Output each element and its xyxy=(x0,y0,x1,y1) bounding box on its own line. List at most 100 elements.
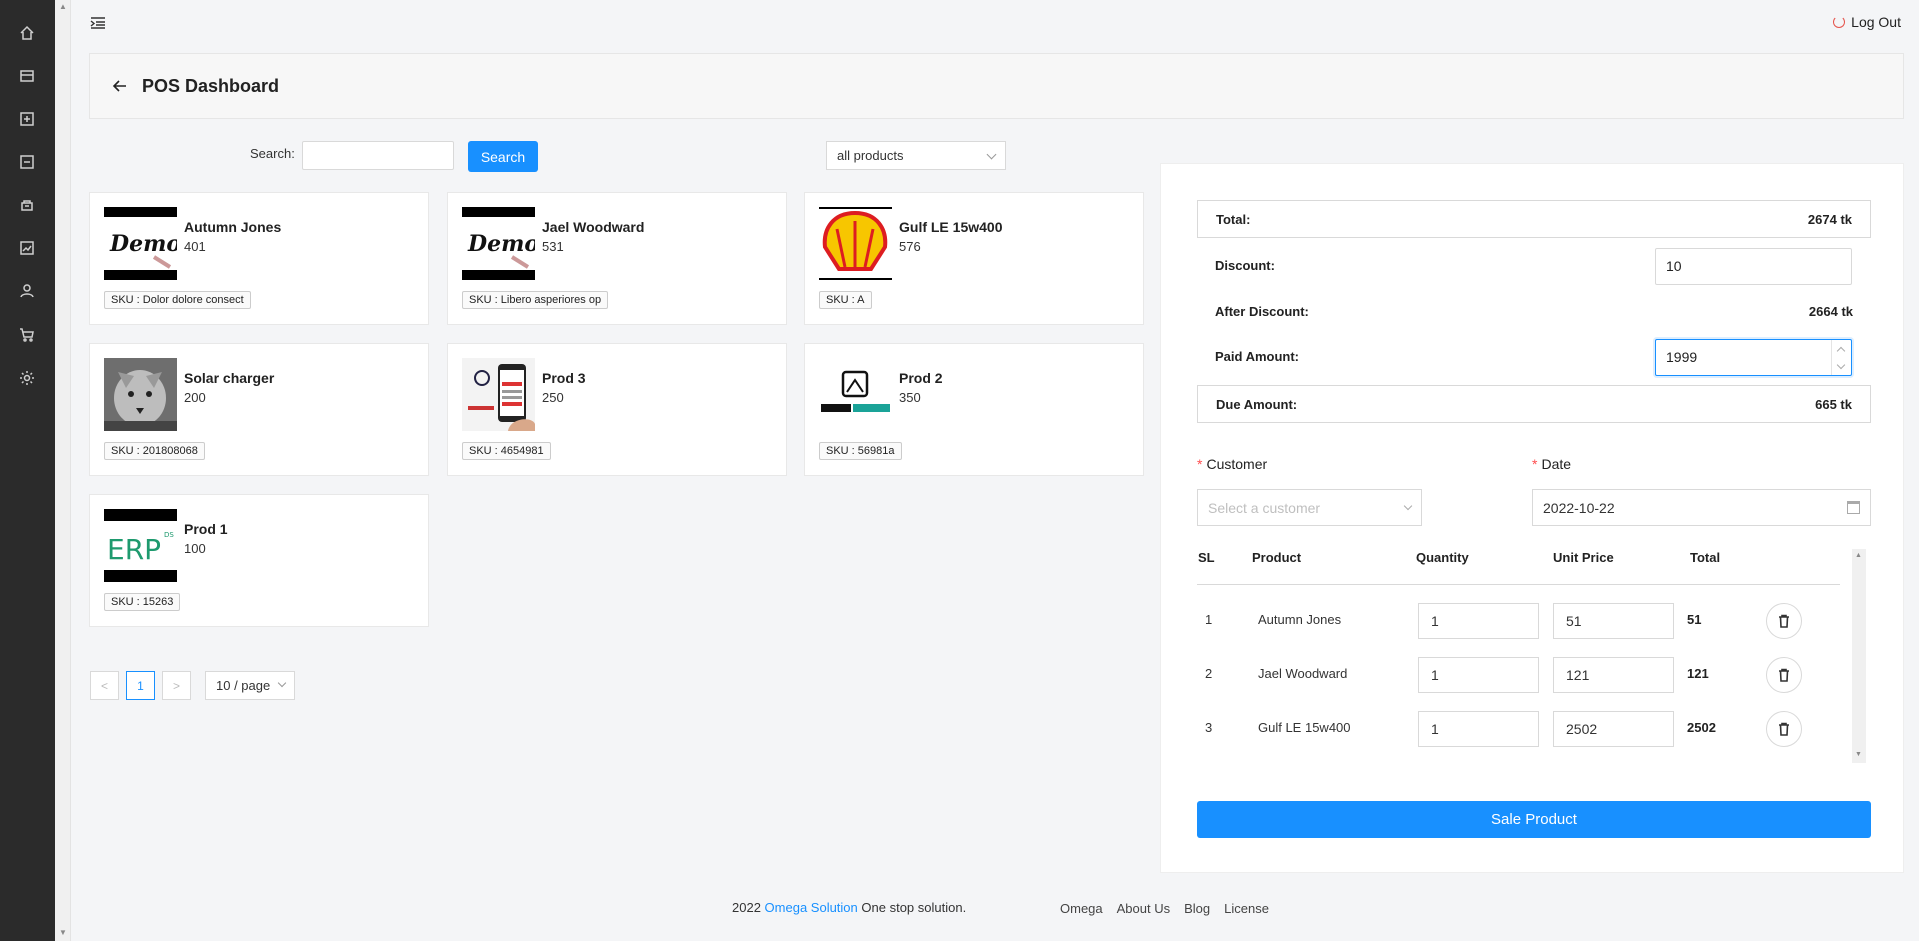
page-size-select[interactable]: 10 / page xyxy=(205,671,295,700)
product-thumbnail: Demo xyxy=(104,207,177,280)
product-sku: SKU : 56981a xyxy=(819,442,902,460)
product-name: Gulf LE 15w400 xyxy=(899,219,1003,235)
page-size-value: 10 / page xyxy=(216,678,271,693)
product-name: Prod 3 xyxy=(542,370,586,386)
product-price: 531 xyxy=(542,239,564,254)
product-price: 401 xyxy=(184,239,206,254)
product-sku: SKU : 15263 xyxy=(104,593,181,611)
logout-button[interactable]: Log Out xyxy=(1833,14,1901,30)
product-card[interactable]: ERP DS Prod 1 100 SKU : 15263 xyxy=(89,494,429,627)
product-name: Autumn Jones xyxy=(184,219,282,235)
product-price: 200 xyxy=(184,390,206,405)
chart-icon[interactable] xyxy=(16,237,38,259)
product-price: 576 xyxy=(899,239,921,254)
scroll-up-arrow-icon[interactable]: ▲ xyxy=(1855,552,1862,559)
paid-amount-input[interactable]: 1999 xyxy=(1655,339,1852,376)
required-mark: * xyxy=(1197,456,1203,472)
delete-row-button[interactable] xyxy=(1766,711,1802,747)
footer-tagline: One stop solution. xyxy=(861,900,967,915)
product-thumbnail: Demo xyxy=(462,207,535,280)
product-sku: SKU : Libero asperiores op xyxy=(462,291,609,309)
search-button[interactable]: Search xyxy=(468,141,538,172)
page-scrollbar[interactable]: ▲ ▼ xyxy=(55,0,71,941)
page-title: POS Dashboard xyxy=(142,75,280,96)
footer-brand-link[interactable]: Omega Solution xyxy=(765,900,858,915)
number-stepper[interactable] xyxy=(1831,340,1851,375)
user-icon[interactable] xyxy=(16,280,38,302)
cart-unit-price-input[interactable]: 121 xyxy=(1553,657,1674,693)
sidebar xyxy=(0,0,55,941)
power-icon xyxy=(1833,16,1846,28)
cart-icon[interactable] xyxy=(16,324,38,346)
date-value: 2022-10-22 xyxy=(1543,500,1615,516)
cart-quantity-input[interactable]: 1 xyxy=(1418,657,1539,693)
settings-icon[interactable] xyxy=(16,367,38,389)
menu-toggle-icon[interactable] xyxy=(90,15,106,31)
product-filter-select[interactable]: all products xyxy=(826,141,1006,170)
chevron-down-icon xyxy=(277,678,287,688)
cart-quantity-input[interactable]: 1 xyxy=(1418,603,1539,639)
delete-row-button[interactable] xyxy=(1766,603,1802,639)
add-icon[interactable] xyxy=(16,108,38,130)
required-mark: * xyxy=(1532,456,1538,472)
customer-select[interactable]: Select a customer xyxy=(1197,489,1422,526)
cart-cell-sl: 3 xyxy=(1205,720,1213,735)
cart-unit-price-input[interactable]: 2502 xyxy=(1553,711,1674,747)
cart-cell-sl: 1 xyxy=(1205,612,1213,627)
footer-link-omega[interactable]: Omega xyxy=(1060,901,1103,916)
svg-text:ERP: ERP xyxy=(107,533,161,566)
discount-input[interactable]: 10 xyxy=(1655,248,1852,285)
sale-product-button[interactable]: Sale Product xyxy=(1197,801,1871,838)
back-arrow-icon[interactable] xyxy=(112,78,128,94)
footer-year: 2022 xyxy=(732,900,761,915)
product-card[interactable]: Demo Autumn Jones 401 SKU : Dolor dolore… xyxy=(89,192,429,325)
scroll-down-arrow-icon[interactable]: ▼ xyxy=(1855,751,1862,758)
cart-cell-total: 51 xyxy=(1687,612,1702,627)
footer-link-about[interactable]: About Us xyxy=(1117,901,1170,916)
delete-row-button[interactable] xyxy=(1766,657,1802,693)
shop-icon[interactable] xyxy=(16,65,38,87)
customer-placeholder: Select a customer xyxy=(1208,500,1321,516)
box-icon[interactable] xyxy=(16,194,38,216)
product-card[interactable]: Prod 3 250 SKU : 4654981 xyxy=(447,343,787,476)
product-card[interactable]: Gulf LE 15w400 576 SKU : A xyxy=(804,192,1144,325)
page-header: POS Dashboard xyxy=(89,53,1904,119)
product-card[interactable]: Demo Jael Woodward 531 SKU : Libero aspe… xyxy=(447,192,787,325)
search-label: Search: xyxy=(250,146,295,161)
cart-header-unit-price: Unit Price xyxy=(1553,550,1614,565)
cart-cell-total: 121 xyxy=(1687,666,1709,681)
search-input[interactable] xyxy=(302,141,454,170)
calendar-icon xyxy=(1847,501,1860,514)
chevron-down-icon xyxy=(986,149,997,160)
customer-label: * Customer xyxy=(1197,456,1268,472)
product-price: 250 xyxy=(542,390,564,405)
product-thumbnail xyxy=(104,358,177,431)
product-card[interactable]: Prod 2 350 SKU : 56981a xyxy=(804,343,1144,476)
cart-unit-price-input[interactable]: 51 xyxy=(1553,603,1674,639)
footer-link-license[interactable]: License xyxy=(1224,901,1269,916)
date-picker[interactable]: 2022-10-22 xyxy=(1532,489,1871,526)
footer-link-blog[interactable]: Blog xyxy=(1184,901,1210,916)
trash-icon xyxy=(1779,668,1789,682)
filter-selected-value: all products xyxy=(837,148,904,163)
product-card[interactable]: Solar charger 200 SKU : 201808068 xyxy=(89,343,429,476)
product-name: Jael Woodward xyxy=(542,219,645,235)
cart-cell-product: Autumn Jones xyxy=(1258,612,1342,627)
pagination-next-button[interactable]: > xyxy=(162,671,191,700)
pagination-page-button[interactable]: 1 xyxy=(126,671,155,700)
logout-label: Log Out xyxy=(1851,14,1901,30)
trash-icon xyxy=(1779,722,1789,736)
minus-icon[interactable] xyxy=(16,151,38,173)
home-icon[interactable] xyxy=(16,22,38,44)
after-discount-label: After Discount: xyxy=(1215,303,1309,319)
pagination-prev-button[interactable]: < xyxy=(90,671,119,700)
product-thumbnail xyxy=(819,207,892,280)
cart-scrollbar[interactable]: ▲ ▼ xyxy=(1852,549,1866,763)
product-sku: SKU : Dolor dolore consect xyxy=(104,291,251,309)
scroll-down-arrow-icon[interactable]: ▼ xyxy=(59,928,67,937)
product-name: Prod 1 xyxy=(184,521,228,537)
scroll-up-arrow-icon[interactable]: ▲ xyxy=(59,2,67,11)
cart-quantity-input[interactable]: 1 xyxy=(1418,711,1539,747)
due-amount-label: Due Amount: xyxy=(1216,396,1298,412)
footer-links: Omega About Us Blog License xyxy=(1060,901,1269,916)
